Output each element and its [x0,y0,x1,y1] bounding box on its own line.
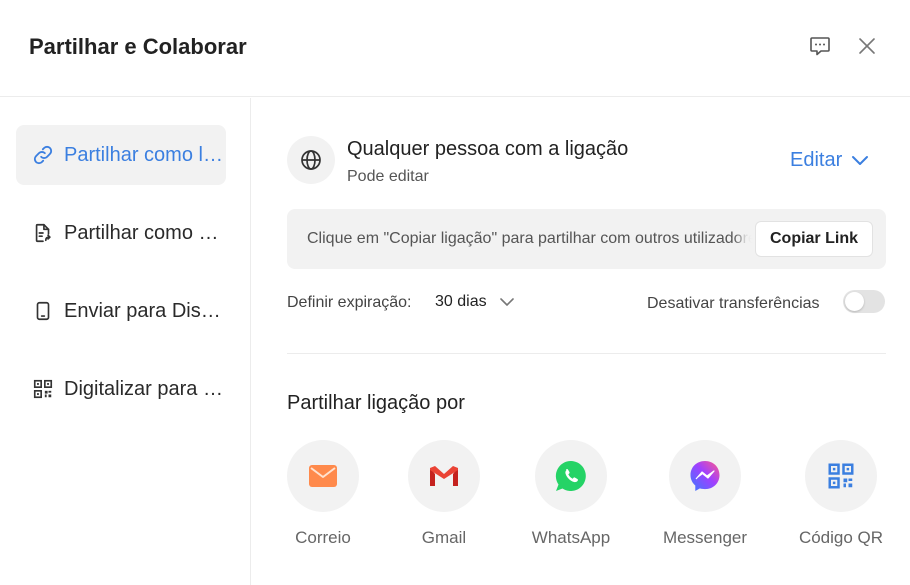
share-via-gmail[interactable]: Gmail [373,440,483,550]
divider [287,353,886,354]
share-option-label: Gmail [421,528,467,547]
chevron-down-icon [499,294,515,310]
edit-access-button[interactable]: Editar [790,149,870,172]
expiry-label: Definir expiração: [287,294,412,311]
gmail-icon [408,440,480,512]
disable-downloads-toggle[interactable] [843,290,885,313]
feedback-button[interactable] [807,33,833,59]
share-via-qr-code[interactable]: Código QR [770,440,883,550]
sidebar-item-scan-to-share[interactable]: Digitalizar para partilhar [16,359,226,419]
messenger-icon [669,440,741,512]
link-hint: Clique em "Copiar ligação" para partilha… [307,230,765,247]
access-level-title: Qualquer pessoa com a ligação [347,138,629,160]
mail-icon [287,440,359,512]
phone-icon [31,299,55,323]
qr-code-icon [805,440,877,512]
close-icon [859,38,875,54]
share-option-label: Messenger [662,528,748,547]
chat-bubble-icon [810,37,830,56]
link-icon [31,143,55,167]
sidebar-item-share-as-link[interactable]: Partilhar como link [16,125,226,185]
sidebar-item-share-as-file[interactable]: Partilhar como ficheiro [16,203,226,263]
share-via-heading: Partilhar ligação por [287,392,465,414]
close-button[interactable] [854,33,880,59]
globe-icon [287,136,335,184]
expiry-select[interactable]: 30 dias [435,293,515,311]
sidebar-item-send-to-device[interactable]: Enviar para Dispositivo [16,281,226,341]
share-link-panel: Qualquer pessoa com a ligação Pode edita… [252,98,910,585]
copy-link-button[interactable]: Copiar Link [754,221,873,257]
dialog-header: Partilhar e Colaborar [0,0,910,97]
disable-downloads-label: Desativar transferências [647,295,820,312]
toggle-knob [845,292,864,311]
whatsapp-icon [535,440,607,512]
share-option-label: Código QR [798,528,884,547]
sidebar-item-label: Partilhar como link [64,143,224,166]
sidebar: Partilhar como link Partilhar como fiche… [0,98,251,585]
sidebar-item-label: Enviar para Dispositivo [64,299,224,322]
expiry-value: 30 dias [435,293,487,310]
edit-access-label: Editar [790,149,843,171]
chevron-down-icon [850,151,870,171]
share-via-mail[interactable]: Correio [252,440,362,550]
share-via-whatsapp[interactable]: WhatsApp [500,440,610,550]
share-option-label: Correio [295,528,351,547]
sidebar-item-label: Partilhar como ficheiro [64,221,224,244]
file-share-icon [31,221,55,245]
link-box: Clique em "Copiar ligação" para partilha… [287,209,886,269]
share-via-messenger[interactable]: Messenger [634,440,747,550]
access-permission: Pode editar [347,168,429,185]
dialog-title: Partilhar e Colaborar [29,34,247,59]
sidebar-item-label: Digitalizar para partilhar [64,377,224,400]
share-option-label: WhatsApp [531,528,611,547]
qr-code-icon [31,377,55,401]
